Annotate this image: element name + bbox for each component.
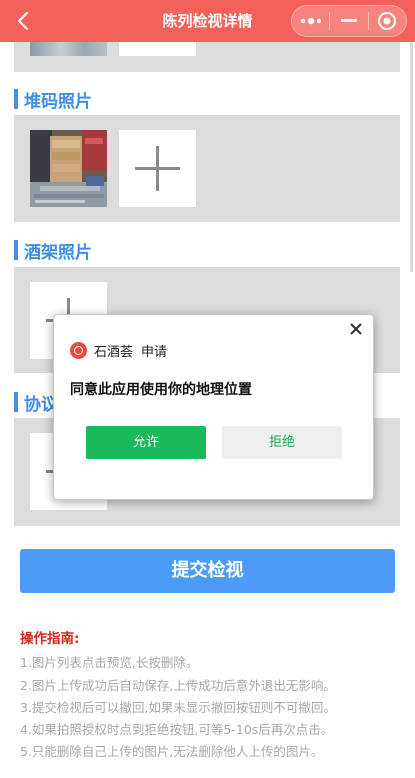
- close-program-button[interactable]: [369, 6, 406, 36]
- guide-line: 5.只能删除自己上传的图片,无法删除他人上传的图片。: [20, 744, 324, 759]
- more-menu-button[interactable]: [292, 6, 329, 36]
- top-navigation-bar: 陈列检视详情: [0, 0, 415, 42]
- request-label: 申请: [141, 344, 168, 360]
- close-dialog-button[interactable]: [348, 322, 364, 338]
- section-accent-bar: [14, 392, 18, 412]
- minimize-button[interactable]: [330, 6, 367, 36]
- minimize-icon: [341, 19, 357, 22]
- section-title-stack-photos: 堆码照片: [14, 89, 92, 112]
- submit-inspection-button[interactable]: 提交检视: [20, 549, 395, 593]
- photo-box-top-partial: [14, 42, 400, 72]
- guide-title: 操作指南:: [20, 631, 80, 647]
- app-name: 石酒荟: [94, 344, 134, 360]
- add-stack-photo-button[interactable]: [119, 130, 196, 207]
- target-close-icon: [378, 12, 397, 30]
- photo-thumbnail-partial[interactable]: [30, 42, 107, 56]
- close-icon: [350, 323, 362, 335]
- add-photo-button-partial[interactable]: [119, 42, 196, 56]
- section-accent-bar: [14, 240, 18, 260]
- guide-line: 3.提交检视后可以撤回,如果未显示撤回按钮则不可撤回。: [20, 700, 336, 715]
- guide-line: 1.图片列表点击预览,长按删除。: [20, 655, 199, 670]
- section-title-text: 酒架照片: [24, 242, 92, 263]
- more-dots-icon: [300, 17, 321, 25]
- guide-line: 2.图片上传成功后自动保存,上传成功后意外退出无影响。: [20, 678, 336, 693]
- section-title-rack-photos: 酒架照片: [14, 240, 92, 263]
- dialog-header: 石酒荟 申请: [70, 341, 168, 360]
- page: 陈列检视详情 堆码照片 酒架照片 协议 提交检视 操作指南: 1.图片列表点击预…: [0, 0, 415, 778]
- deny-button[interactable]: 拒绝: [222, 426, 342, 459]
- section-title-text: 堆码照片: [24, 91, 92, 112]
- warehouse-photo-image: [30, 130, 107, 207]
- app-logo-icon: [70, 341, 87, 359]
- scrollbar[interactable]: [410, 42, 413, 272]
- section-title-agreement: 协议: [14, 392, 58, 415]
- mini-program-capsule: [291, 5, 407, 37]
- permission-message: 同意此应用使用你的地理位置: [70, 382, 252, 398]
- location-permission-dialog: 石酒荟 申请 同意此应用使用你的地理位置 允许 拒绝: [53, 314, 374, 500]
- photo-box-stack: [14, 115, 400, 222]
- section-accent-bar: [14, 89, 18, 109]
- guide-line: 4.如果拍照授权时点到拒绝按钮,可等5-10s后再次点击。: [20, 722, 334, 737]
- allow-button[interactable]: 允许: [86, 426, 206, 459]
- stack-photo-thumbnail[interactable]: [30, 130, 107, 207]
